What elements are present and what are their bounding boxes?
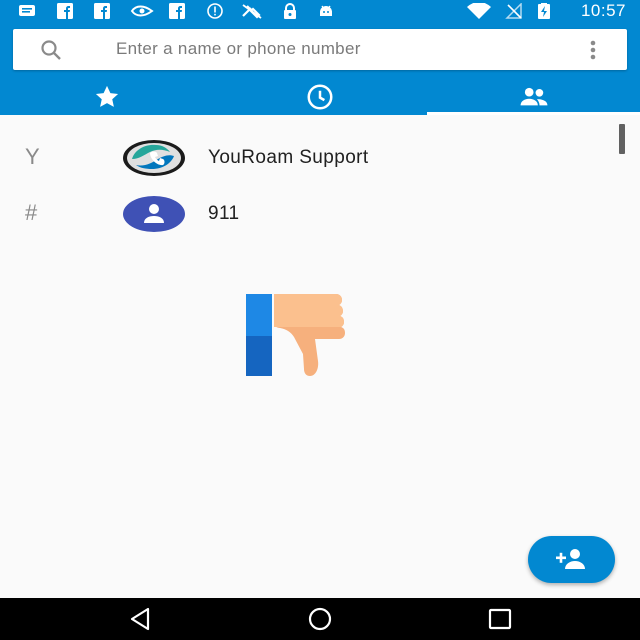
thumbs-down-icon: [240, 286, 350, 422]
clock-icon: [305, 82, 335, 112]
status-bar: 10:57: [0, 0, 640, 22]
people-icon: [517, 85, 551, 109]
star-icon: [93, 83, 121, 111]
tab-bar: [0, 78, 640, 115]
contact-row-youroam-support[interactable]: Y YouRoam Support: [0, 130, 600, 186]
nvidia-icon: [130, 3, 154, 19]
contact-name: 911: [208, 203, 240, 224]
section-header-letter: Y: [25, 144, 40, 169]
app-bar: Enter a name or phone number: [0, 22, 640, 115]
tab-recents[interactable]: [213, 78, 426, 115]
alert-icon: [206, 3, 224, 19]
person-icon: [122, 195, 186, 233]
contact-row-911[interactable]: # 911: [0, 186, 600, 242]
facebook-icon: [168, 3, 186, 19]
list-scrollbar[interactable]: [619, 124, 625, 154]
add-contact-icon: [556, 549, 585, 569]
back-icon[interactable]: [127, 606, 155, 632]
no-signal-icon: [505, 3, 523, 19]
add-contact-button[interactable]: [528, 536, 615, 583]
no-sim-tool-icon: [240, 3, 264, 19]
message-icon: [18, 3, 36, 19]
home-icon[interactable]: [306, 606, 334, 632]
tab-contacts[interactable]: [427, 78, 640, 115]
wifi-icon: [466, 3, 492, 19]
section-header-letter: #: [25, 200, 38, 225]
contact-name: YouRoam Support: [208, 147, 369, 168]
lock-icon: [281, 3, 299, 19]
android-icon: [317, 3, 335, 19]
tab-favorites[interactable]: [0, 78, 213, 115]
youroam-logo-icon: [122, 139, 186, 177]
clock-time: 10:57: [580, 1, 626, 20]
facebook-icon: [56, 3, 74, 19]
recents-icon[interactable]: [486, 606, 514, 632]
search-box[interactable]: Enter a name or phone number: [13, 29, 627, 70]
tab-indicator: [427, 112, 640, 115]
search-input[interactable]: Enter a name or phone number: [116, 39, 361, 59]
search-icon[interactable]: [39, 38, 65, 62]
navigation-bar: [0, 598, 640, 640]
more-options-icon[interactable]: [589, 38, 597, 62]
facebook-icon: [93, 3, 111, 19]
battery-charging-icon: [536, 3, 552, 19]
